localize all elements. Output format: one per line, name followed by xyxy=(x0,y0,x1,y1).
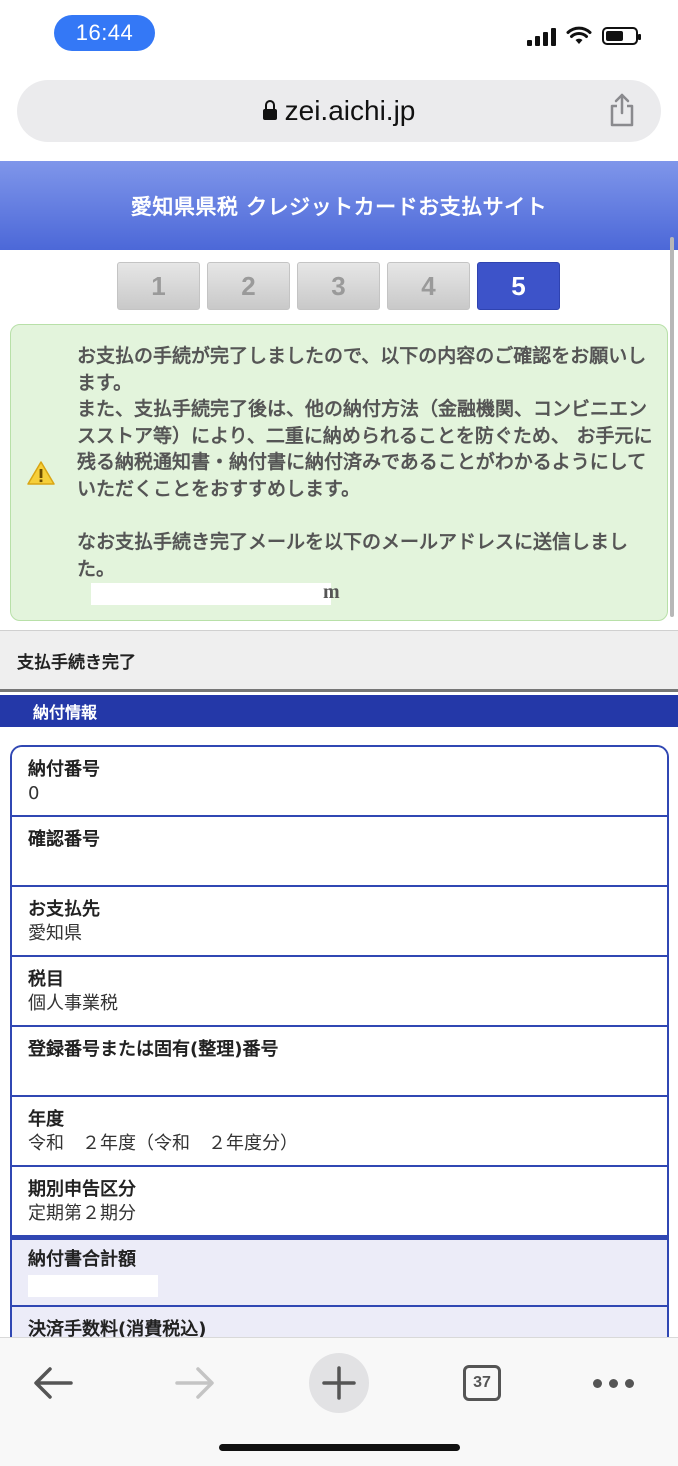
row-settlement-fee: 決済手数料(消費税込) xyxy=(12,1307,667,1337)
plus-icon xyxy=(322,1366,356,1400)
registration-number-label: 登録番号または固有(整理)番号 xyxy=(28,1039,279,1060)
row-period: 期別申告区分 定期第２期分 xyxy=(12,1167,667,1237)
address-bar[interactable]: zei.aichi.jp xyxy=(17,80,661,142)
fiscal-year-label: 年度 xyxy=(28,1109,64,1130)
fiscal-year-value: 令和 ２年度（令和 ２年度分） xyxy=(28,1133,298,1154)
url-text: zei.aichi.jp xyxy=(284,95,416,126)
payee-label: お支払先 xyxy=(28,899,100,920)
wifi-icon xyxy=(566,26,592,44)
cellular-signal-icon xyxy=(527,26,556,46)
status-icons xyxy=(527,26,641,46)
confirmation-number-label: 確認番号 xyxy=(28,829,100,850)
scrollbar[interactable] xyxy=(670,237,674,617)
row-payee: お支払先 愛知県 xyxy=(12,887,667,957)
email-tail: m xyxy=(323,581,340,603)
row-registration-number: 登録番号または固有(整理)番号 xyxy=(12,1027,667,1097)
email-address: m xyxy=(91,581,351,607)
row-tax-item: 税目 個人事業税 xyxy=(12,957,667,1027)
tax-item-label: 税目 xyxy=(28,969,64,990)
period-label: 期別申告区分 xyxy=(28,1179,136,1200)
row-fiscal-year: 年度 令和 ２年度（令和 ２年度分） xyxy=(12,1097,667,1167)
new-tab-button[interactable] xyxy=(304,1348,374,1418)
row-payment-number: 納付番号 0 xyxy=(12,747,667,817)
tax-item-value: 個人事業税 xyxy=(28,993,118,1014)
notice-paragraph-2: なお支払手続き完了メールを以下のメールアドレスに送信しました。 xyxy=(77,531,629,580)
lock-icon xyxy=(262,100,277,121)
redacted-amount xyxy=(28,1275,158,1297)
status-time: 16:44 xyxy=(54,15,155,51)
back-arrow-icon xyxy=(34,1367,73,1399)
step-indicator: 1 2 3 4 5 xyxy=(117,262,560,310)
tabs-button[interactable]: 37 xyxy=(447,1348,517,1418)
share-icon[interactable] xyxy=(607,93,637,127)
payment-info-table: 納付番号 0 確認番号 お支払先 愛知県 税目 個人事業税 登録番号または固有(… xyxy=(10,745,669,1337)
forward-arrow-icon xyxy=(175,1367,214,1399)
row-confirmation-number: 確認番号 xyxy=(12,817,667,887)
more-dots-icon xyxy=(592,1378,634,1388)
row-total-amount: 納付書合計額 xyxy=(12,1237,667,1307)
step-4: 4 xyxy=(387,262,470,310)
payment-number-label: 納付番号 xyxy=(28,759,100,780)
site-title: 愛知県県税 クレジットカードお支払サイト xyxy=(130,194,548,219)
section-payment-info-title: 納付情報 xyxy=(33,703,98,722)
total-amount-label: 納付書合計額 xyxy=(28,1249,136,1270)
more-menu-button[interactable] xyxy=(578,1348,648,1418)
payment-number-value: 0 xyxy=(28,783,40,804)
back-button[interactable] xyxy=(18,1348,88,1418)
completion-notice: お支払の手続が完了しましたので、以下の内容のご確認をお願いします。 また、支払手… xyxy=(10,324,668,621)
tab-count: 37 xyxy=(463,1365,501,1401)
payee-value: 愛知県 xyxy=(28,923,82,944)
site-header: 愛知県県税 クレジットカードお支払サイト xyxy=(0,161,678,250)
step-2: 2 xyxy=(207,262,290,310)
redacted-email xyxy=(91,583,331,605)
battery-icon xyxy=(602,27,641,45)
step-1: 1 xyxy=(117,262,200,310)
home-indicator[interactable] xyxy=(219,1444,460,1451)
status-bar: 16:44 xyxy=(0,0,678,70)
section-complete-title: 支払手続き完了 xyxy=(17,652,136,673)
step-5-current: 5 xyxy=(477,262,560,310)
section-payment-info: 納付情報 xyxy=(0,695,678,727)
table-divider xyxy=(10,1237,669,1240)
period-value: 定期第２期分 xyxy=(28,1203,136,1224)
notice-paragraph-1: お支払の手続が完了しましたので、以下の内容のご確認をお願いします。 また、支払手… xyxy=(77,345,653,500)
section-complete: 支払手続き完了 xyxy=(0,630,678,692)
forward-button[interactable] xyxy=(160,1348,230,1418)
step-3: 3 xyxy=(297,262,380,310)
settlement-fee-label: 決済手数料(消費税込) xyxy=(28,1319,207,1337)
warning-icon xyxy=(27,461,55,485)
